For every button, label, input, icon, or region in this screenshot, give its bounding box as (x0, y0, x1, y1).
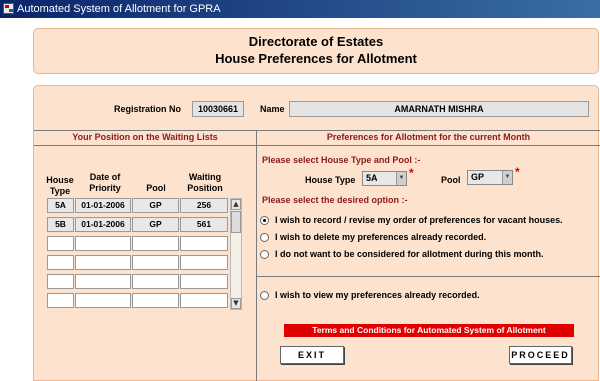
table-cell (75, 236, 131, 251)
option-view-preferences[interactable]: I wish to view my preferences already re… (260, 290, 480, 300)
waiting-list-scrollbar[interactable]: ▲ ▼ (230, 198, 242, 310)
table-cell: 561 (180, 217, 228, 232)
table-cell (47, 236, 74, 251)
option-record-preferences[interactable]: I wish to record / revise my order of pr… (260, 215, 563, 225)
table-cell (180, 236, 228, 251)
client-area: Directorate of Estates House Preferences… (0, 18, 600, 381)
scroll-down-icon[interactable]: ▼ (231, 298, 241, 309)
table-cell (47, 255, 74, 270)
table-cell (75, 274, 131, 289)
table-cell (180, 255, 228, 270)
option-not-considered[interactable]: I do not want to be considered for allot… (260, 249, 544, 259)
table-cell (132, 236, 179, 251)
table-cell: 5A (47, 198, 74, 213)
house-type-value: 5A (366, 173, 378, 183)
option-label: I wish to delete my preferences already … (275, 232, 487, 242)
app-icon (3, 3, 14, 14)
table-cell (47, 274, 74, 289)
waiting-list-title: Your Position on the Waiting Lists (72, 132, 218, 142)
option-prompt: Please select the desired option :- (262, 195, 408, 205)
registration-field: 10030661 (192, 101, 244, 117)
section-divider-vertical (256, 130, 257, 381)
registration-label: Registration No (114, 104, 182, 114)
table-cell: GP (132, 198, 179, 213)
required-star: * (515, 165, 520, 179)
scroll-thumb[interactable] (231, 211, 241, 233)
table-cell: 01-01-2006 (75, 217, 131, 232)
option-label: I wish to record / revise my order of pr… (275, 215, 563, 225)
scroll-up-icon[interactable]: ▲ (231, 199, 241, 210)
radio-icon[interactable] (260, 215, 269, 225)
exit-button[interactable]: EXIT (280, 346, 344, 364)
page-header: Directorate of Estates House Preferences… (33, 28, 599, 74)
name-label: Name (260, 104, 285, 114)
proceed-button[interactable]: PROCEED (509, 346, 572, 364)
select-prompt: Please select House Type and Pool :- (262, 155, 421, 165)
table-cell (180, 293, 228, 308)
chevron-down-icon[interactable]: ▼ (502, 171, 512, 184)
table-cell (132, 255, 179, 270)
house-type-select[interactable]: 5A ▼ (362, 171, 407, 186)
table-cell: 256 (180, 198, 228, 213)
table-cell (132, 293, 179, 308)
required-star: * (409, 166, 414, 180)
window-title: Automated System of Allotment for GPRA (17, 3, 221, 15)
pool-value: GP (471, 172, 485, 182)
preferences-title: Preferences for Allotment for the curren… (326, 132, 531, 142)
name-field: AMARNATH MISHRA (289, 101, 589, 117)
table-cell: 5B (47, 217, 74, 232)
radio-icon[interactable] (260, 290, 269, 300)
table-cell (132, 274, 179, 289)
option-delete-preferences[interactable]: I wish to delete my preferences already … (260, 232, 486, 242)
chevron-down-icon[interactable]: ▼ (396, 172, 406, 185)
column-header-waiting-position: Waiting Position (187, 172, 223, 193)
window-titlebar: Automated System of Allotment for GPRA (0, 0, 600, 18)
table-cell (75, 255, 131, 270)
table-cell (75, 293, 131, 308)
main-panel: Registration No 10030661 Name AMARNATH M… (33, 85, 600, 381)
options-divider (257, 276, 600, 277)
table-cell (180, 274, 228, 289)
table-cell (47, 293, 74, 308)
pool-label: Pool (441, 175, 461, 185)
table-cell: GP (132, 217, 179, 232)
radio-icon[interactable] (260, 249, 269, 259)
radio-icon[interactable] (260, 232, 269, 242)
page-title: Directorate of Estates (248, 34, 384, 49)
section-divider-header (34, 145, 600, 146)
column-header-house-type: House Type (46, 175, 74, 196)
terms-and-conditions-link[interactable]: Terms and Conditions for Automated Syste… (284, 324, 574, 337)
option-label: I do not want to be considered for allot… (275, 249, 544, 259)
option-label: I wish to view my preferences already re… (275, 290, 480, 300)
house-type-label: House Type (305, 175, 356, 185)
pool-select[interactable]: GP ▼ (467, 170, 513, 185)
page-subtitle: House Preferences for Allotment (215, 51, 417, 66)
column-header-pool: Pool (146, 183, 166, 193)
table-cell: 01-01-2006 (75, 198, 131, 213)
column-header-date-of-priority: Date of Priority (89, 172, 121, 193)
